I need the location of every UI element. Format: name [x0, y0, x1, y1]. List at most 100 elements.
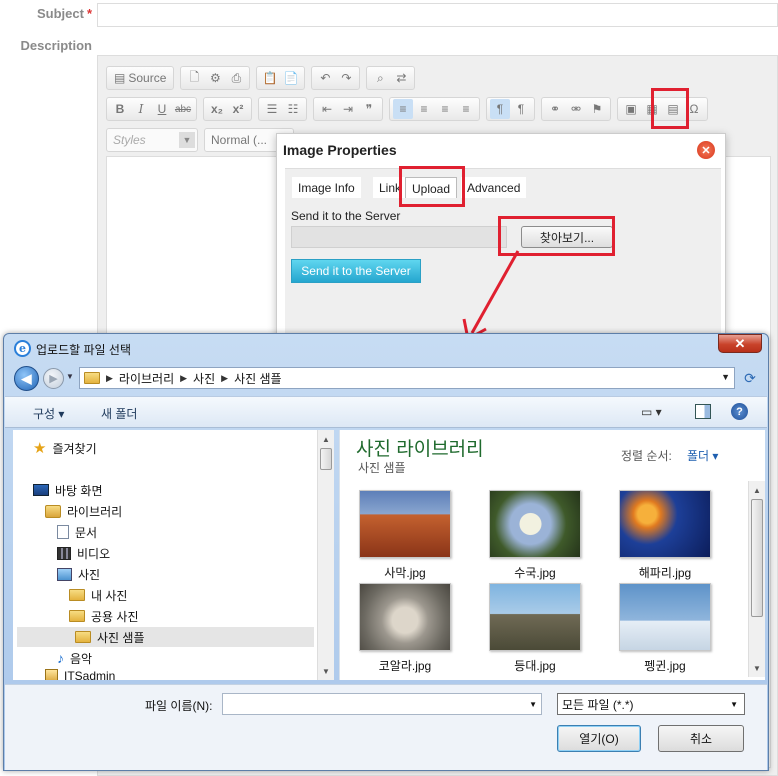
open-button[interactable]: 열기(O) — [557, 725, 641, 752]
nav-item-libraries[interactable]: 라이브러리 — [45, 501, 122, 521]
rtl-icon[interactable]: ¶ — [511, 99, 531, 119]
help-icon[interactable]: ? — [731, 403, 748, 420]
image-button-highlight — [651, 88, 689, 129]
redo-icon[interactable]: ↷ — [336, 68, 356, 88]
scroll-down-icon[interactable]: ▼ — [750, 661, 764, 675]
file-name: 펭귄.jpg — [644, 659, 686, 673]
nav-item-itsadmin[interactable]: ITSadmin — [45, 669, 115, 680]
penguins-thumbnail — [619, 583, 711, 651]
breadcrumb-item[interactable]: 사진 샘플 — [234, 370, 282, 387]
back-arrow-icon[interactable]: ◀ — [14, 366, 39, 391]
bulleted-list-icon[interactable]: ☷ — [283, 99, 303, 119]
lighthouse-thumbnail — [489, 583, 581, 651]
nav-item-videos[interactable]: 비디오 — [57, 543, 110, 563]
italic-button[interactable]: I — [131, 99, 151, 119]
outdent-icon[interactable]: ⇤ — [317, 99, 337, 119]
document-icon — [57, 525, 69, 539]
tab-image-info[interactable]: Image Info — [292, 177, 361, 199]
scroll-thumb[interactable] — [320, 448, 332, 470]
view-options-button[interactable]: ▭ ▾ — [641, 405, 662, 419]
file-item[interactable]: 수국.jpg — [480, 490, 590, 582]
align-center-icon[interactable]: ≡ — [414, 99, 434, 119]
find-icon[interactable]: ⌕ — [370, 68, 390, 88]
underline-button[interactable]: U — [152, 99, 172, 119]
close-icon[interactable]: ✕ — [697, 141, 715, 159]
description-label: Description — [20, 38, 92, 53]
unlink-icon[interactable]: ⚮ — [566, 99, 586, 119]
file-item[interactable]: 사막.jpg — [350, 490, 460, 582]
styles-combo[interactable]: Styles ▼ — [106, 128, 198, 152]
breadcrumb-item[interactable]: 라이브러리 — [119, 370, 174, 387]
nav-scrollbar[interactable]: ▲ ▼ — [317, 430, 334, 680]
indent-icon[interactable]: ⇥ — [338, 99, 358, 119]
anchor-flag-icon[interactable]: ⚑ — [587, 99, 607, 119]
content-scrollbar[interactable]: ▲ ▼ — [748, 481, 765, 677]
replace-icon[interactable]: ⇄ — [391, 68, 411, 88]
scroll-down-icon[interactable]: ▼ — [319, 664, 333, 678]
nav-item-my-pictures[interactable]: 내 사진 — [69, 585, 127, 605]
scroll-thumb[interactable] — [751, 499, 763, 617]
superscript-button[interactable]: x² — [228, 99, 248, 119]
nav-item-sample-pictures[interactable]: 사진 샘플 — [17, 627, 314, 647]
paste-text-icon[interactable]: 📋 — [260, 68, 280, 88]
scroll-up-icon[interactable]: ▲ — [319, 432, 333, 446]
strike-button[interactable]: abc — [173, 99, 193, 119]
undo-icon[interactable]: ↶ — [315, 68, 335, 88]
file-type-select[interactable]: 모든 파일 (*.*) ▼ — [557, 693, 745, 715]
video-icon — [57, 546, 71, 560]
nav-item-documents[interactable]: 문서 — [57, 522, 97, 542]
recent-pages-icon[interactable]: ▼ — [66, 372, 74, 381]
scroll-up-icon[interactable]: ▲ — [750, 483, 764, 497]
file-item[interactable]: 코알라.jpg — [350, 583, 460, 675]
send-to-server-button[interactable]: Send it to the Server — [291, 259, 421, 283]
print-icon[interactable]: ⎙ — [226, 68, 246, 88]
subscript-button[interactable]: x₂ — [207, 99, 227, 119]
folder-icon — [69, 610, 85, 622]
templates-icon[interactable]: ⚙ — [205, 68, 225, 88]
nav-item-label: 바탕 화면 — [55, 483, 103, 498]
nav-item-pictures[interactable]: 사진 — [57, 564, 100, 584]
image-icon[interactable]: ▣ — [621, 99, 641, 119]
link-icon[interactable]: ⚭ — [545, 99, 565, 119]
nav-item-label: 즐겨찾기 — [52, 441, 97, 456]
justify-icon[interactable]: ≡ — [456, 99, 476, 119]
blockquote-icon[interactable]: ❞ — [359, 99, 379, 119]
forward-arrow-icon[interactable]: ▶ — [43, 368, 64, 389]
basic-styles-group: B I U abc — [106, 97, 197, 121]
align-right-icon[interactable]: ≡ — [435, 99, 455, 119]
subject-input[interactable] — [97, 3, 778, 27]
close-icon[interactable]: ✕ — [718, 334, 762, 353]
new-folder-button[interactable]: 새 폴더 — [101, 405, 137, 422]
preview-icon[interactable]: 🗋 — [184, 68, 204, 88]
numbered-list-icon[interactable]: ☰ — [262, 99, 282, 119]
chevron-down-icon[interactable]: ▼ — [721, 372, 730, 382]
nav-item-favorites[interactable]: ★ 즐겨찾기 — [33, 438, 97, 458]
dialog-title: Image Properties — [283, 142, 397, 158]
cancel-button[interactable]: 취소 — [658, 725, 744, 752]
source-button[interactable]: ▤ Source — [110, 68, 170, 88]
folder-icon — [84, 372, 100, 384]
organize-button[interactable]: 구성 ▾ — [33, 405, 64, 422]
file-name: 수국.jpg — [514, 566, 556, 580]
align-left-icon[interactable]: ≡ — [393, 99, 413, 119]
file-item[interactable]: 등대.jpg — [480, 583, 590, 675]
address-bar[interactable]: ▶ 라이브러리 ▶ 사진 ▶ 사진 샘플 ▼ — [79, 367, 735, 389]
sort-dropdown[interactable]: 폴더 ▾ — [687, 447, 718, 464]
file-item[interactable]: 펭귄.jpg — [610, 583, 720, 675]
breadcrumb-separator-icon: ▶ — [106, 372, 113, 383]
filename-input[interactable]: ▼ — [222, 693, 542, 715]
nav-item-music[interactable]: ♪ 음악 — [57, 648, 92, 668]
ltr-icon[interactable]: ¶ — [490, 99, 510, 119]
nav-item-desktop[interactable]: 바탕 화면 — [33, 480, 103, 500]
nav-item-public-pictures[interactable]: 공용 사진 — [69, 606, 139, 626]
refresh-icon[interactable]: ⟳ — [739, 368, 761, 388]
bold-button[interactable]: B — [110, 99, 130, 119]
file-item[interactable]: 해파리.jpg — [610, 490, 720, 582]
tab-advanced[interactable]: Advanced — [461, 177, 527, 199]
breadcrumb-item[interactable]: 사진 — [193, 370, 215, 387]
chevron-down-icon[interactable]: ▼ — [529, 700, 537, 709]
paste-word-icon[interactable]: 📄 — [281, 68, 301, 88]
preview-pane-icon[interactable] — [695, 404, 711, 419]
ie-icon: e — [14, 340, 31, 357]
window-title: 업로드할 파일 선택 — [36, 343, 131, 357]
